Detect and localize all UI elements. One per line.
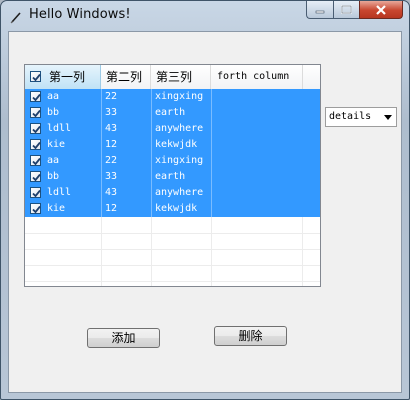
checkmark-icon (32, 109, 41, 118)
cell-col3: anywhere (155, 187, 204, 198)
column-header-1[interactable]: 第一列 (25, 65, 101, 89)
cell-col2: 22 (105, 155, 118, 166)
cell-col2: 12 (105, 203, 118, 214)
grid-line (25, 265, 320, 266)
row-checkbox[interactable] (30, 91, 41, 102)
cell-col3: xingxing (155, 155, 204, 166)
column-header-label: 第三列 (156, 70, 193, 84)
row-checkbox[interactable] (30, 107, 41, 118)
app-window: Hello Windows! 第一列 第二列 第三列 forth column … (0, 0, 410, 400)
row-checkbox[interactable] (30, 155, 41, 166)
list-view[interactable]: 第一列 第二列 第三列 forth column aa 22 xingxing … (24, 64, 321, 287)
list-row[interactable]: bb 33 earth (25, 105, 320, 121)
cell-col2: 43 (105, 187, 118, 198)
cell-col1: kie (47, 203, 66, 214)
grid-line (25, 281, 320, 282)
row-checkbox[interactable] (30, 123, 41, 134)
cell-col3: earth (155, 171, 186, 182)
maximize-button[interactable] (333, 1, 359, 19)
list-row[interactable]: kie 12 kekwjdk (25, 137, 320, 153)
cell-col2: 33 (105, 171, 118, 182)
column-header-label: forth column (217, 71, 290, 82)
row-checkbox[interactable] (30, 139, 41, 150)
list-row[interactable]: aa 22 xingxing (25, 89, 320, 105)
title-bar[interactable]: Hello Windows! (1, 1, 409, 31)
list-row[interactable]: aa 22 xingxing (25, 153, 320, 169)
grid-line (25, 233, 320, 234)
window-controls (306, 1, 403, 20)
checkmark-icon (32, 205, 41, 214)
checkmark-icon (32, 141, 41, 150)
chevron-down-icon (384, 115, 392, 120)
cell-col3: kekwjdk (155, 203, 198, 214)
cell-col2: 12 (105, 139, 118, 150)
window-title: Hello Windows! (29, 7, 131, 22)
checkmark-icon (32, 73, 41, 82)
list-row[interactable]: ldll 43 anywhere (25, 121, 320, 137)
checkmark-icon (32, 157, 41, 166)
cell-col3: earth (155, 107, 186, 118)
cell-col1: aa (47, 91, 60, 102)
column-header-3[interactable]: 第三列 (151, 65, 211, 89)
cell-col2: 22 (105, 91, 118, 102)
cell-col2: 33 (105, 107, 118, 118)
cell-col1: kie (47, 139, 66, 150)
minimize-button[interactable] (306, 1, 333, 19)
column-header-label: 第二列 (106, 70, 143, 84)
cell-col3: anywhere (155, 123, 204, 134)
list-row[interactable]: kie 12 kekwjdk (25, 201, 320, 217)
close-icon (376, 4, 386, 15)
list-row[interactable]: bb 33 earth (25, 169, 320, 185)
column-header-label: 第一列 (49, 70, 86, 84)
checkmark-icon (32, 189, 41, 198)
add-button[interactable]: 添加 (87, 328, 160, 348)
client-area: 第一列 第二列 第三列 forth column aa 22 xingxing … (8, 31, 402, 393)
pen-icon (9, 9, 23, 24)
close-button[interactable] (359, 1, 403, 19)
cell-col1: bb (47, 171, 60, 182)
list-row[interactable]: ldll 43 anywhere (25, 185, 320, 201)
checkmark-icon (32, 173, 41, 182)
delete-button[interactable]: 删除 (214, 326, 287, 346)
column-header-2[interactable]: 第二列 (101, 65, 151, 89)
cell-col1: bb (47, 107, 60, 118)
row-checkbox[interactable] (30, 187, 41, 198)
checkmark-icon (32, 93, 41, 102)
list-header: 第一列 第二列 第三列 forth column (25, 65, 320, 90)
view-mode-value: details (329, 111, 372, 122)
row-checkbox[interactable] (30, 171, 41, 182)
grid-line (25, 249, 320, 250)
cell-col1: ldll (47, 123, 72, 134)
cell-col3: xingxing (155, 91, 204, 102)
cell-col1: ldll (47, 187, 72, 198)
cell-col1: aa (47, 155, 60, 166)
checkmark-icon (32, 125, 41, 134)
row-checkbox[interactable] (30, 203, 41, 214)
maximize-icon (341, 5, 352, 14)
header-checkbox[interactable] (30, 71, 41, 82)
column-header-4[interactable]: forth column (211, 65, 303, 89)
cell-col2: 43 (105, 123, 118, 134)
cell-col3: kekwjdk (155, 139, 198, 150)
view-mode-select[interactable]: details (325, 107, 397, 127)
minimize-icon (315, 10, 325, 13)
